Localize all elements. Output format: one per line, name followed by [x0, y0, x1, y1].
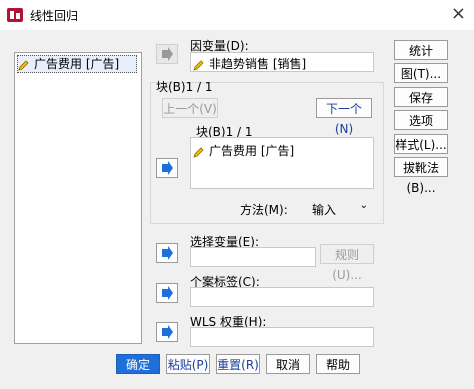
independent-label: 广告费用 [广告] [209, 144, 295, 158]
next-block-button[interactable]: 下一个(N) [316, 98, 372, 136]
pencil-icon [193, 59, 204, 71]
variables-list[interactable]: 广告费用 [广告] [14, 52, 142, 344]
cancel-button[interactable]: 取消 [266, 354, 310, 374]
ok-button[interactable]: 确定 [116, 354, 160, 374]
method-select[interactable]: 输入 ⌄ [308, 200, 372, 218]
wls-field[interactable] [190, 327, 374, 347]
window-title: 线性回归 [30, 9, 79, 23]
app-icon [7, 8, 23, 22]
options-button[interactable]: 选项(O)... [394, 110, 448, 148]
method-label: 方法(M): [240, 203, 288, 217]
title-bar: 线性回归 × [0, 0, 474, 30]
style-button[interactable]: 样式(L)... [394, 134, 448, 154]
rule-button[interactable]: 规则(U)... [320, 244, 374, 282]
move-to-case-labels-button[interactable] [156, 283, 178, 303]
statistics-button[interactable]: 统计(S)... [394, 40, 448, 78]
move-to-dependent-button[interactable] [156, 44, 178, 64]
arrow-right-icon [162, 286, 173, 300]
dependent-item: 非趋势销售 [销售] [193, 55, 306, 72]
linear-regression-dialog: 线性回归 × 广告费用 [广告] 因变量(D): 非趋势销售 [销售] 块(B)… [0, 0, 474, 389]
move-to-selection-button[interactable] [156, 243, 178, 263]
arrow-right-icon [162, 47, 173, 61]
method-value: 输入 [312, 203, 337, 217]
selection-field[interactable] [190, 247, 316, 267]
pencil-icon [18, 59, 29, 71]
arrow-right-icon [162, 161, 173, 175]
save-button[interactable]: 保存(S)... [394, 87, 448, 125]
independents-list[interactable]: 广告费用 [广告] [190, 137, 374, 189]
close-icon[interactable]: × [451, 3, 466, 24]
move-to-independent-button[interactable] [156, 158, 178, 178]
case-labels-field[interactable] [190, 287, 374, 307]
block-frame-label: 块(B)1 / 1 [156, 80, 213, 94]
bootstrap-button[interactable]: 拔靴法(B)... [394, 157, 448, 195]
variable-label: 广告费用 [广告] [34, 57, 120, 71]
dependent-field[interactable]: 非趋势销售 [销售] [190, 52, 374, 72]
move-to-wls-button[interactable] [156, 322, 178, 342]
reset-button[interactable]: 重置(R) [216, 354, 260, 374]
arrow-right-icon [162, 325, 173, 339]
plots-button[interactable]: 图(T)... [394, 63, 448, 83]
paste-button[interactable]: 粘贴(P) [166, 354, 210, 374]
list-item[interactable]: 广告费用 [广告] [193, 142, 294, 159]
prev-block-button[interactable]: 上一个(V) [162, 98, 218, 118]
pencil-icon [193, 146, 204, 158]
list-item[interactable]: 广告费用 [广告] [17, 55, 137, 73]
dependent-value: 非趋势销售 [销售] [209, 57, 307, 71]
chevron-down-icon: ⌄ [359, 200, 368, 211]
help-button[interactable]: 帮助 [316, 354, 360, 374]
arrow-right-icon [162, 246, 173, 260]
